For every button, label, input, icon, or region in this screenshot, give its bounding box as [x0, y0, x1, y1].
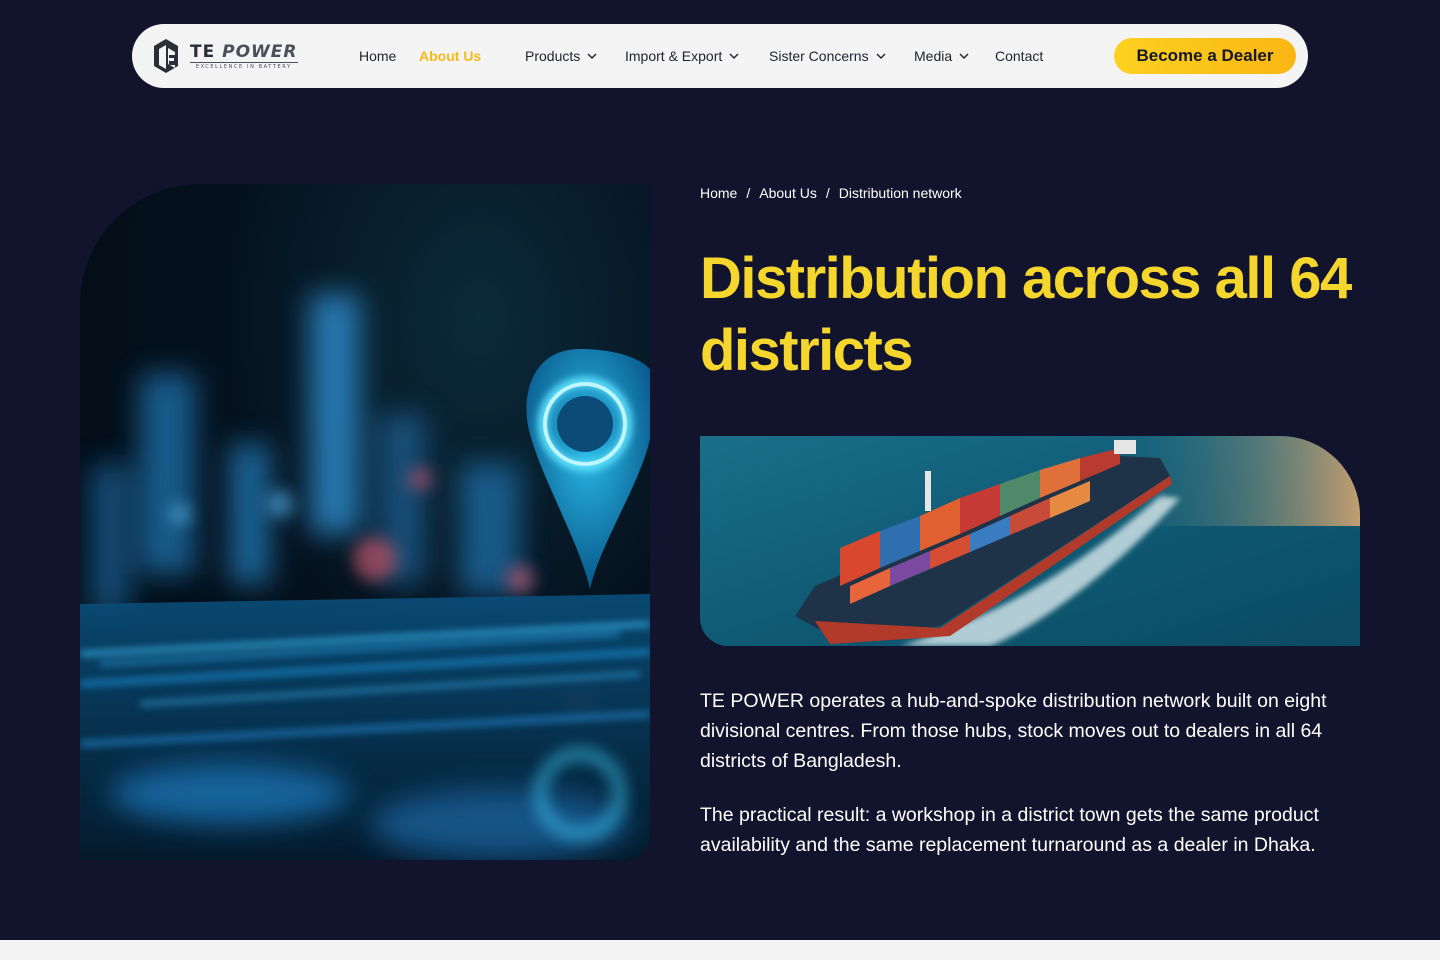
hero-location-image: [80, 184, 650, 860]
nav-products[interactable]: Products: [525, 46, 597, 66]
nav-home[interactable]: Home: [359, 46, 396, 66]
top-navbar: TE POWER EXCELLENCE IN BATTERY Home Abou…: [132, 24, 1308, 88]
nav-about-us[interactable]: About Us: [419, 46, 481, 66]
breadcrumb-about-us[interactable]: About Us: [759, 185, 817, 201]
chevron-down-icon: [729, 53, 739, 59]
page-title: Distribution across all 64 districts: [700, 246, 1352, 383]
brand-wordmark: TE POWER EXCELLENCE IN BATTERY: [190, 43, 298, 70]
result-paragraph: The practical result: a workshop in a di…: [700, 804, 1319, 856]
nav-import-export[interactable]: Import & Export: [625, 46, 739, 66]
brand-tagline: EXCELLENCE IN BATTERY: [190, 61, 298, 70]
chevron-down-icon: [876, 53, 886, 59]
brand-name: TE POWER: [190, 41, 298, 62]
breadcrumb-separator: /: [746, 185, 751, 201]
breadcrumb-separator: /: [825, 185, 830, 201]
chevron-down-icon: [959, 53, 969, 59]
nav-contact[interactable]: Contact: [995, 46, 1043, 66]
chevron-down-icon: [587, 53, 597, 59]
te-power-logo-icon: [154, 39, 178, 73]
become-dealer-button[interactable]: Become a Dealer: [1114, 38, 1296, 74]
breadcrumb-current: Distribution network: [838, 185, 962, 201]
intro-paragraph: TE POWER operates a hub-and-spoke distri…: [700, 690, 1327, 772]
container-ship-image: [700, 436, 1360, 646]
nav-media[interactable]: Media: [914, 46, 969, 66]
breadcrumb-home[interactable]: Home: [700, 185, 737, 201]
nav-sister-concerns[interactable]: Sister Concerns: [769, 46, 886, 66]
breadcrumb: Home / About Us / Distribution network: [700, 185, 962, 201]
brand-logo[interactable]: TE POWER EXCELLENCE IN BATTERY: [150, 36, 298, 76]
next-section-edge: [0, 940, 1440, 960]
